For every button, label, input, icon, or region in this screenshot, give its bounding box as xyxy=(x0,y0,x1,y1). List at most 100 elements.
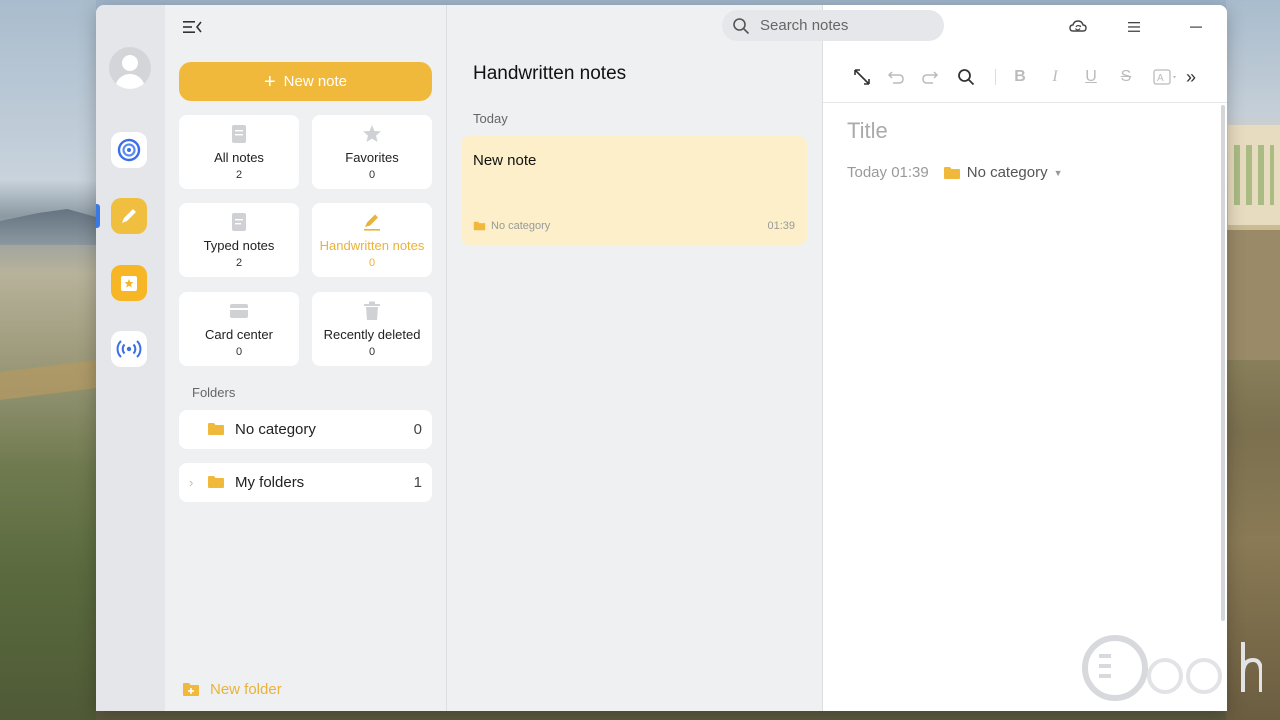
underline-button[interactable]: U xyxy=(1080,66,1102,88)
minimize-button[interactable] xyxy=(1185,16,1207,38)
notes-list-panel: Handwritten notes Today New note No cate… xyxy=(447,5,822,711)
minimize-icon xyxy=(1190,26,1202,28)
strikethrough-icon: S xyxy=(1120,68,1132,85)
card-icon xyxy=(228,300,250,322)
note-title: New note xyxy=(473,152,537,169)
text-style-icon: A xyxy=(1153,69,1176,85)
folders-heading: Folders xyxy=(192,385,236,400)
expand-button[interactable] xyxy=(851,66,873,88)
note-category-label: No category xyxy=(491,220,551,232)
rail-active-indicator xyxy=(96,204,100,228)
tile-count: 2 xyxy=(235,169,243,181)
note-category: No category xyxy=(473,220,550,232)
folder-name: No category xyxy=(235,421,316,438)
note-meta: Today 01:39 No category ▼ xyxy=(847,164,1063,181)
scrollbar[interactable] xyxy=(1221,105,1225,621)
folder-icon xyxy=(207,422,225,440)
sync-button[interactable] xyxy=(1067,16,1089,38)
list-item[interactable]: New note No category 01:39 xyxy=(461,136,807,245)
desktop-wallpaper-right xyxy=(1226,0,1280,720)
search-box[interactable] xyxy=(722,10,944,41)
editor-panel: B I U S A » Title Today 01:39 No categor… xyxy=(823,5,1227,711)
handwriting-pen-icon xyxy=(361,211,383,233)
toolbar-separator xyxy=(995,69,996,85)
sync-icon xyxy=(1069,20,1087,32)
menu-collapse-icon xyxy=(183,21,202,33)
folder-icon xyxy=(943,166,960,179)
tile-card-center[interactable]: Card center 0 xyxy=(179,292,299,366)
broadcast-icon xyxy=(116,340,142,358)
text-style-button[interactable]: A xyxy=(1152,66,1180,88)
underline-icon: U xyxy=(1085,68,1097,85)
plus-icon: + xyxy=(263,70,276,93)
tile-label: Card center xyxy=(205,327,273,342)
caret-down-icon: ▼ xyxy=(1053,167,1063,178)
assistant-icon xyxy=(117,138,141,162)
star-box-icon xyxy=(121,276,137,291)
find-button[interactable] xyxy=(955,66,977,88)
new-folder-label: New folder xyxy=(210,681,282,698)
document-icon xyxy=(228,123,250,145)
tile-label: Handwritten notes xyxy=(319,238,425,253)
search-icon xyxy=(733,17,750,34)
avatar[interactable] xyxy=(109,47,151,89)
navigation-panel: + New note All notes 2 Favorites 0 Typed… xyxy=(165,5,447,711)
more-menu-icon xyxy=(1128,22,1140,32)
notes-app-window: + New note All notes 2 Favorites 0 Typed… xyxy=(96,5,1227,711)
folder-my-folders[interactable]: › My folders 1 xyxy=(179,463,432,502)
desktop-wallpaper-left xyxy=(0,0,96,720)
app-rail xyxy=(96,5,165,711)
folder-count: 1 xyxy=(413,474,422,491)
date-group-label: Today xyxy=(473,111,508,126)
tile-favorites[interactable]: Favorites 0 xyxy=(312,115,432,189)
search-icon xyxy=(958,69,975,86)
new-folder-button[interactable]: New folder xyxy=(182,681,282,698)
tile-count: 0 xyxy=(368,346,376,358)
typed-document-icon xyxy=(228,211,250,233)
new-note-label: New note xyxy=(283,73,348,90)
rail-app-favorites[interactable] xyxy=(111,265,147,301)
rail-app-share[interactable] xyxy=(111,331,147,367)
more-tools-icon: » xyxy=(1185,66,1196,87)
svg-text:A: A xyxy=(1157,73,1164,84)
chevron-right-icon[interactable]: › xyxy=(189,475,193,490)
tile-handwritten-notes[interactable]: Handwritten notes 0 xyxy=(312,203,432,277)
more-tools-button[interactable]: » xyxy=(1180,66,1202,88)
redo-button[interactable] xyxy=(919,66,941,88)
search-input[interactable] xyxy=(760,17,930,34)
folder-icon xyxy=(207,475,225,493)
star-icon xyxy=(361,123,383,145)
category-dropdown[interactable]: No category ▼ xyxy=(943,164,1063,181)
italic-icon: I xyxy=(1052,68,1058,85)
new-folder-icon xyxy=(183,683,199,696)
tile-typed-notes[interactable]: Typed notes 2 xyxy=(179,203,299,277)
rail-app-assistant[interactable] xyxy=(111,132,147,168)
folder-no-category[interactable]: No category 0 xyxy=(179,410,432,449)
expand-icon xyxy=(854,69,870,85)
tile-recently-deleted[interactable]: Recently deleted 0 xyxy=(312,292,432,366)
tile-label: Favorites xyxy=(345,150,399,165)
tile-label: Recently deleted xyxy=(323,327,421,342)
rail-app-notes[interactable] xyxy=(111,198,147,234)
folder-name: My folders xyxy=(235,474,305,491)
folder-icon xyxy=(473,221,486,231)
note-title-field[interactable]: Title xyxy=(847,118,888,144)
italic-button[interactable]: I xyxy=(1044,66,1066,88)
undo-icon xyxy=(887,71,904,84)
new-note-button[interactable]: + New note xyxy=(179,62,432,101)
menu-collapse-button[interactable] xyxy=(182,18,204,36)
editor-toolbar: B I U S A » xyxy=(823,49,1227,103)
note-timestamp: Today 01:39 xyxy=(847,164,929,181)
bold-icon: B xyxy=(1014,68,1026,85)
tile-all-notes[interactable]: All notes 2 xyxy=(179,115,299,189)
tile-label: All notes xyxy=(214,150,264,165)
tile-count: 0 xyxy=(235,346,243,358)
tile-count: 0 xyxy=(368,257,376,269)
pencil-icon xyxy=(122,209,136,223)
undo-button[interactable] xyxy=(885,66,907,88)
bold-button[interactable]: B xyxy=(1009,66,1031,88)
more-menu-button[interactable] xyxy=(1123,16,1145,38)
tile-count: 0 xyxy=(368,169,376,181)
category-label: No category xyxy=(966,164,1048,181)
strikethrough-button[interactable]: S xyxy=(1115,66,1137,88)
